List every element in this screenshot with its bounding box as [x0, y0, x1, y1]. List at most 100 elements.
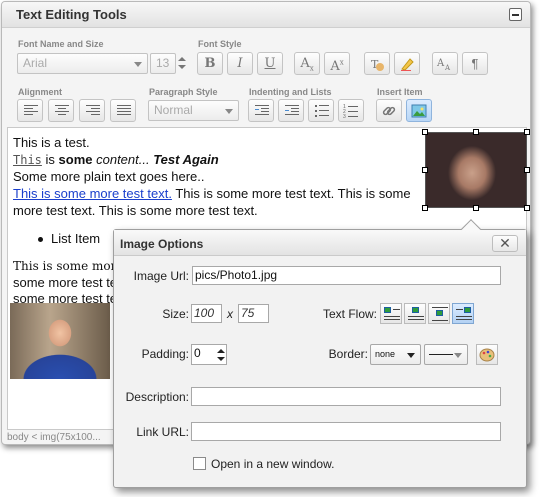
outdent-button[interactable]	[278, 99, 304, 122]
font-size-value: 13	[156, 56, 170, 70]
list-item: List Item	[38, 231, 100, 246]
width-field[interactable]: 100	[191, 304, 222, 323]
resize-handle[interactable]	[524, 129, 530, 135]
collapse-button[interactable]	[509, 8, 522, 21]
svg-text:A: A	[444, 64, 451, 72]
image-icon	[464, 307, 471, 313]
inline-image[interactable]	[10, 303, 110, 379]
paragraph-style-label: Paragraph Style	[149, 87, 218, 97]
padding-value: 0	[194, 346, 201, 360]
image-icon	[436, 310, 443, 316]
align-right-button[interactable]	[79, 99, 105, 122]
image-icon	[411, 104, 427, 118]
bulleted-list-button[interactable]	[308, 99, 334, 122]
chevron-down-icon	[134, 62, 142, 67]
outdent-icon	[285, 105, 299, 117]
align-right-icon	[86, 105, 100, 117]
highlight-button[interactable]	[394, 52, 420, 75]
font-size-icon: A A	[436, 58, 451, 72]
text-flow-label: Text Flow:	[322, 307, 377, 321]
text-flow-none-button[interactable]	[428, 303, 450, 324]
border-color-button[interactable]	[476, 344, 498, 365]
italic-button[interactable]: I	[227, 52, 253, 75]
font-name-size-label: Font Name and Size	[18, 39, 104, 49]
content-line-1: This is a test.	[13, 135, 90, 150]
insert-link-button[interactable]	[376, 99, 402, 122]
bullet-icon	[38, 237, 43, 243]
font-size-toggle-button[interactable]: A A	[432, 52, 458, 75]
description-field[interactable]	[191, 387, 501, 406]
content-line-4: This is some more test text. This is som…	[13, 186, 411, 201]
paragraph-style-select[interactable]: Normal	[148, 100, 239, 121]
description-label: Description:	[125, 390, 189, 404]
text-color-icon: T	[371, 58, 384, 71]
chevron-down-icon	[454, 353, 462, 358]
content-line-3: Some more plain text goes here..	[13, 169, 205, 184]
indent-button[interactable]	[248, 99, 274, 122]
stepper-down-icon[interactable]	[178, 65, 186, 69]
bold-italic-text: Test Again	[153, 152, 219, 167]
link-url-field[interactable]	[191, 422, 501, 441]
border-label: Border:	[328, 347, 368, 361]
text-flow-left-button[interactable]	[380, 303, 402, 324]
border-width-select[interactable]	[424, 344, 468, 365]
underline-button[interactable]: U	[257, 52, 283, 75]
numbered-list-button[interactable]: 1 2 3	[338, 99, 364, 122]
highlighter-icon	[401, 58, 414, 71]
text-flow-right-button[interactable]	[452, 303, 474, 324]
close-button[interactable]: ✕	[492, 235, 518, 252]
superscript-icon: Ax	[330, 59, 344, 75]
content-link[interactable]: This is some more test text.	[13, 186, 172, 201]
stepper-up-icon[interactable]	[178, 57, 186, 61]
svg-text:A: A	[436, 58, 445, 69]
paragraph-style-value: Normal	[154, 103, 193, 117]
indenting-lists-label: Indenting and Lists	[249, 87, 332, 97]
insert-image-button[interactable]	[406, 99, 432, 122]
font-size-field[interactable]: 13	[150, 53, 176, 74]
resize-handle[interactable]	[473, 205, 479, 211]
plain-text: is	[41, 152, 59, 167]
bold-text: some	[58, 152, 93, 167]
content-line-5: more test text. This is some more test t…	[13, 203, 258, 218]
image-url-label: Image Url:	[133, 269, 189, 283]
text-flow-center-button[interactable]	[404, 303, 426, 324]
new-window-checkbox[interactable]	[193, 457, 206, 470]
resize-handle[interactable]	[524, 205, 530, 211]
superscript-button[interactable]: Ax	[324, 52, 350, 75]
subscript-icon: Ax	[300, 56, 314, 73]
bold-button[interactable]: B	[197, 52, 223, 75]
font-name-select[interactable]: Arial	[17, 53, 148, 74]
numbered-list-icon: 1 2 3	[343, 104, 358, 120]
subscript-button[interactable]: Ax	[294, 52, 320, 75]
align-left-button[interactable]	[17, 99, 43, 122]
resize-handle[interactable]	[473, 129, 479, 135]
height-field[interactable]: 75	[238, 304, 269, 323]
align-center-icon	[55, 105, 69, 117]
resize-handle[interactable]	[524, 167, 530, 173]
text-color-button[interactable]: T	[364, 52, 390, 75]
stepper-down-icon[interactable]	[217, 357, 225, 361]
resize-handle[interactable]	[422, 129, 428, 135]
resize-handle[interactable]	[422, 167, 428, 173]
svg-text:3: 3	[343, 114, 346, 119]
padding-stepper[interactable]	[216, 345, 226, 366]
padding-field[interactable]: 0	[191, 344, 227, 365]
selected-image[interactable]	[425, 132, 527, 208]
line-width-icon	[429, 354, 453, 355]
align-justify-button[interactable]	[110, 99, 136, 122]
show-formatting-button[interactable]: ¶	[462, 52, 488, 75]
image-icon	[384, 307, 391, 313]
dialog-titlebar: Image Options ✕	[114, 230, 526, 256]
element-path-status: body < img(75x100...	[7, 432, 101, 443]
align-center-button[interactable]	[48, 99, 74, 122]
stepper-up-icon[interactable]	[217, 349, 225, 353]
alignment-label: Alignment	[18, 87, 62, 97]
border-style-select[interactable]: none	[370, 344, 421, 365]
indent-icon	[255, 105, 269, 117]
image-url-field[interactable]: pics/Photo1.jpg	[192, 266, 501, 285]
plain-text: This is some more test text. This is som…	[171, 186, 411, 201]
font-style-label: Font Style	[198, 39, 242, 49]
resize-handle[interactable]	[422, 205, 428, 211]
font-size-stepper[interactable]	[177, 53, 187, 74]
underline-icon: U	[264, 56, 276, 71]
